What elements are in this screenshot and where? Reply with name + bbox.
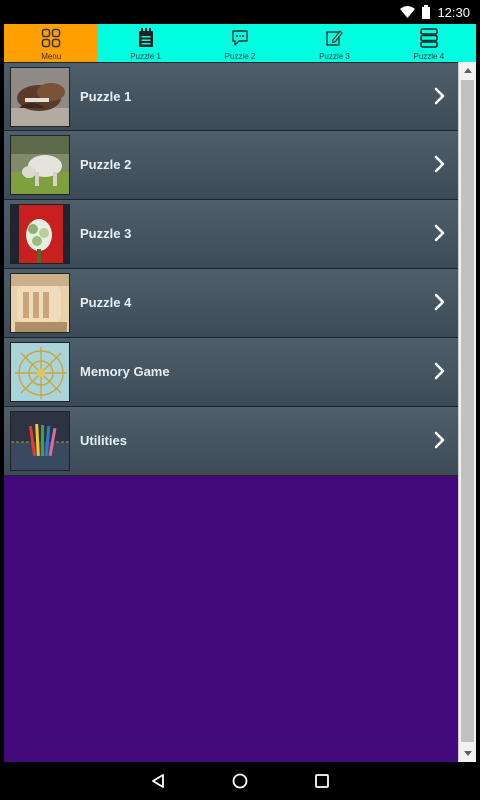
list-item-label: Puzzle 4 bbox=[80, 295, 132, 310]
list-item-utilities[interactable]: Utilities bbox=[4, 407, 458, 476]
back-button[interactable] bbox=[148, 771, 168, 791]
main-content: Puzzle 1 Puzzle 2 Puzzle 3 Puzzle 4 Memo… bbox=[4, 62, 476, 762]
tab-puzzle-4[interactable]: Puzzle 4 bbox=[382, 24, 476, 62]
scroll-down-arrow-icon[interactable] bbox=[459, 745, 476, 762]
back-triangle-icon bbox=[152, 774, 164, 788]
list-item-puzzle-4[interactable]: Puzzle 4 bbox=[4, 269, 458, 338]
tab-label: Puzzle 3 bbox=[319, 52, 350, 61]
recents-square-icon bbox=[315, 774, 329, 788]
list-item-puzzle-3[interactable]: Puzzle 3 bbox=[4, 200, 458, 269]
home-button[interactable] bbox=[230, 771, 250, 791]
glove-photo bbox=[10, 273, 70, 333]
list-item-label: Puzzle 2 bbox=[80, 157, 132, 172]
stack-icon bbox=[420, 28, 438, 48]
chevron-right-icon bbox=[434, 362, 445, 380]
list-item-puzzle-2[interactable]: Puzzle 2 bbox=[4, 131, 458, 200]
tab-menu[interactable]: Menu bbox=[4, 24, 99, 62]
recents-button[interactable] bbox=[312, 771, 332, 791]
scroll-up-arrow-icon[interactable] bbox=[459, 62, 476, 79]
home-circle-icon bbox=[232, 773, 248, 789]
navigation-bar bbox=[0, 762, 480, 800]
chevron-right-icon bbox=[434, 293, 445, 311]
shoes-photo bbox=[10, 67, 70, 127]
status-bar: 12:30 bbox=[0, 0, 480, 24]
chevron-right-icon bbox=[434, 224, 445, 242]
list-item-label: Puzzle 1 bbox=[80, 89, 132, 104]
status-time: 12:30 bbox=[437, 4, 470, 20]
goat-photo bbox=[10, 135, 70, 195]
chevron-right-icon bbox=[434, 155, 445, 173]
battery-icon bbox=[422, 5, 431, 19]
tab-label: Puzzle 1 bbox=[130, 52, 161, 61]
edit-icon bbox=[326, 30, 344, 46]
chevron-right-icon bbox=[434, 87, 445, 105]
bouquet-photo bbox=[10, 204, 70, 264]
pattern-photo bbox=[10, 342, 70, 402]
list-item-memory-game[interactable]: Memory Game bbox=[4, 338, 458, 407]
notepad-icon bbox=[138, 28, 153, 47]
tab-label: Puzzle 2 bbox=[224, 52, 256, 61]
list-item-label: Utilities bbox=[80, 433, 127, 448]
vertical-scrollbar[interactable] bbox=[458, 62, 476, 762]
pencils-photo bbox=[10, 411, 70, 471]
tab-puzzle-3[interactable]: Puzzle 3 bbox=[287, 24, 381, 62]
scrollbar-thumb[interactable] bbox=[461, 80, 474, 742]
grid-icon bbox=[41, 28, 61, 48]
wifi-icon bbox=[400, 6, 416, 18]
chevron-right-icon bbox=[434, 431, 445, 449]
tab-bar: Menu Puzzle 1 Puzzle 2 Puzzle 3 Puzzle 4 bbox=[4, 24, 476, 62]
chat-icon bbox=[232, 30, 248, 46]
list-item-label: Memory Game bbox=[80, 364, 170, 379]
tab-puzzle-2[interactable]: Puzzle 2 bbox=[193, 24, 287, 62]
tab-label: Menu bbox=[41, 52, 62, 61]
tab-puzzle-1[interactable]: Puzzle 1 bbox=[98, 24, 192, 62]
list-item-puzzle-1[interactable]: Puzzle 1 bbox=[4, 62, 458, 131]
tab-label: Puzzle 4 bbox=[413, 52, 445, 61]
list-item-label: Puzzle 3 bbox=[80, 226, 132, 241]
menu-list: Puzzle 1 Puzzle 2 Puzzle 3 Puzzle 4 Memo… bbox=[4, 62, 458, 476]
